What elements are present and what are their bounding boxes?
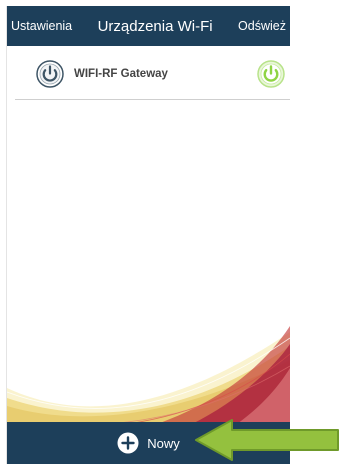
decorative-swoosh (7, 326, 290, 424)
settings-button[interactable]: Ustawienia (11, 19, 72, 33)
power-icon (36, 60, 64, 88)
screenshot-page: Ustawienia Urządzenia Wi-Fi Odśwież WIFI… (0, 0, 341, 464)
new-device-button[interactable]: Nowy (117, 432, 180, 454)
power-on-icon[interactable] (257, 60, 285, 88)
new-button-label: Nowy (147, 435, 180, 451)
device-list-item[interactable]: WIFI-RF Gateway (7, 52, 290, 96)
arrow-left-icon (195, 419, 339, 461)
top-app-bar: Ustawienia Urządzenia Wi-Fi Odśwież (7, 6, 290, 46)
phone-screen: Ustawienia Urządzenia Wi-Fi Odśwież WIFI… (6, 6, 290, 464)
list-divider (15, 99, 290, 100)
refresh-button[interactable]: Odśwież (238, 19, 286, 33)
plus-circle-icon (117, 432, 139, 454)
page-title: Urządzenia Wi-Fi (97, 17, 213, 35)
device-name: WIFI-RF Gateway (74, 68, 168, 80)
